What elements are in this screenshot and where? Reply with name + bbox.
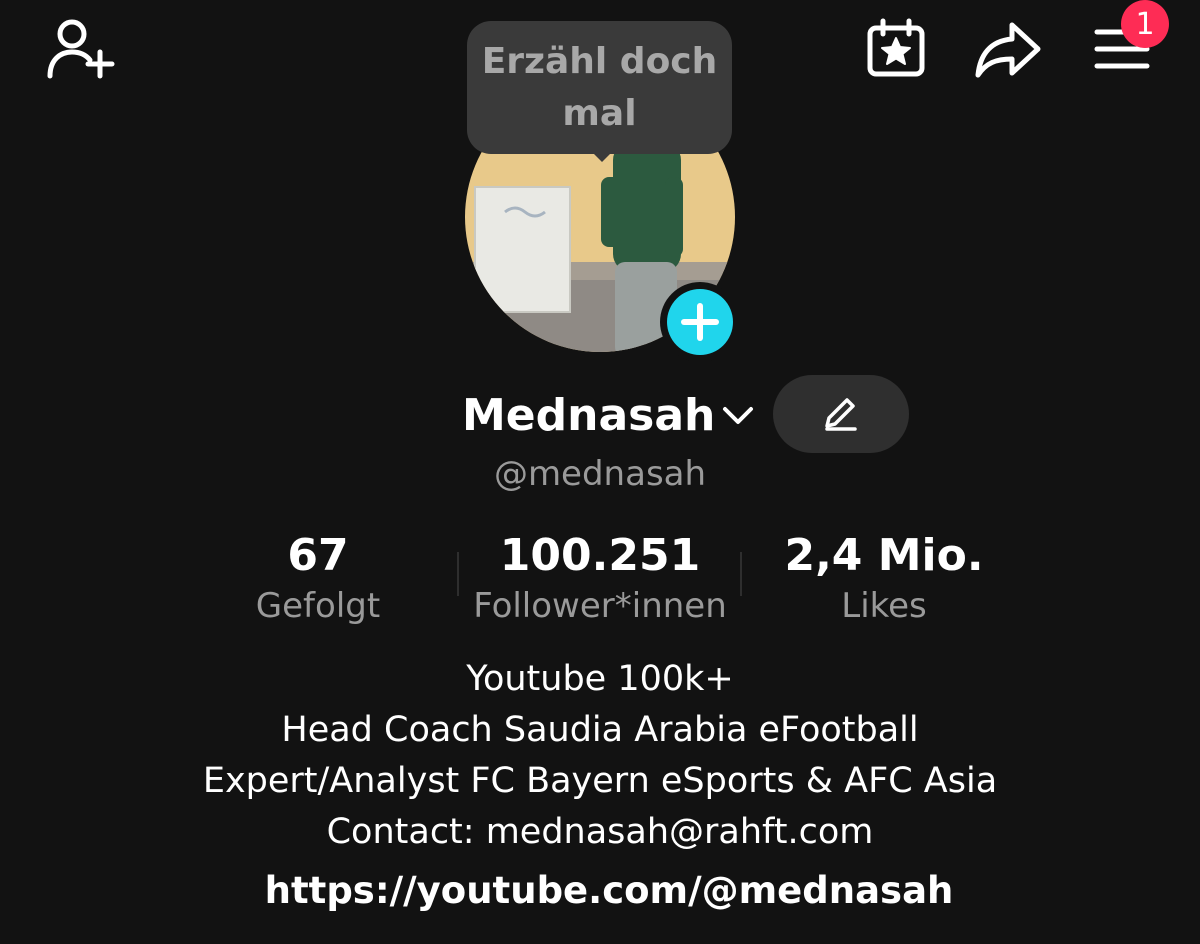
status-tooltip-text: Erzähl doch mal bbox=[481, 40, 718, 134]
status-tooltip[interactable]: Erzähl doch mal bbox=[467, 21, 732, 154]
add-story-button[interactable] bbox=[660, 282, 740, 362]
add-friend-button[interactable] bbox=[40, 14, 118, 84]
stat-label: Follower*innen bbox=[473, 586, 727, 626]
profile-name: Mednasah bbox=[462, 389, 716, 441]
stat-label: Likes bbox=[841, 586, 927, 626]
plus-icon bbox=[681, 303, 719, 341]
notification-badge: 1 bbox=[1121, 0, 1169, 48]
share-arrow-icon bbox=[975, 22, 1041, 78]
bio-line: Expert/Analyst FC Bayern eSports & AFC A… bbox=[202, 761, 998, 801]
stat-value: 67 bbox=[287, 530, 349, 581]
calendar-button[interactable] bbox=[862, 16, 930, 82]
stat-following[interactable]: 67 Gefolgt bbox=[218, 528, 418, 628]
profile-name-switcher[interactable]: Mednasah bbox=[462, 383, 757, 447]
add-story-circle bbox=[667, 289, 733, 355]
stat-divider bbox=[457, 552, 459, 596]
edit-profile-button[interactable] bbox=[773, 375, 909, 453]
profile-link-text: https://youtube.com/@mednasah bbox=[264, 868, 954, 912]
stat-label: Gefolgt bbox=[255, 586, 381, 626]
person-plus-icon bbox=[47, 19, 115, 79]
bio-line: Head Coach Saudia Arabia eFootball bbox=[281, 710, 919, 750]
stat-value: 100.251 bbox=[499, 530, 701, 581]
stat-likes[interactable]: 2,4 Mio. Likes bbox=[764, 528, 1004, 628]
pencil-icon bbox=[825, 398, 857, 431]
profile-bio: Youtube 100k+ Head Coach Saudia Arabia e… bbox=[0, 654, 1200, 858]
profile-link[interactable]: https://youtube.com/@mednasah bbox=[252, 864, 954, 916]
chevron-down-icon bbox=[723, 407, 754, 424]
share-button[interactable] bbox=[972, 18, 1044, 80]
calendar-star-icon bbox=[867, 18, 925, 77]
profile-handle: @mednasah bbox=[493, 454, 707, 494]
bio-line: Youtube 100k+ bbox=[466, 659, 734, 699]
tooltip-tail bbox=[588, 148, 616, 162]
bio-line: Contact: mednasah@rahft.com bbox=[326, 812, 874, 852]
stat-divider bbox=[740, 552, 742, 596]
stat-value: 2,4 Mio. bbox=[784, 530, 984, 581]
stat-followers[interactable]: 100.251 Follower*innen bbox=[460, 528, 740, 628]
